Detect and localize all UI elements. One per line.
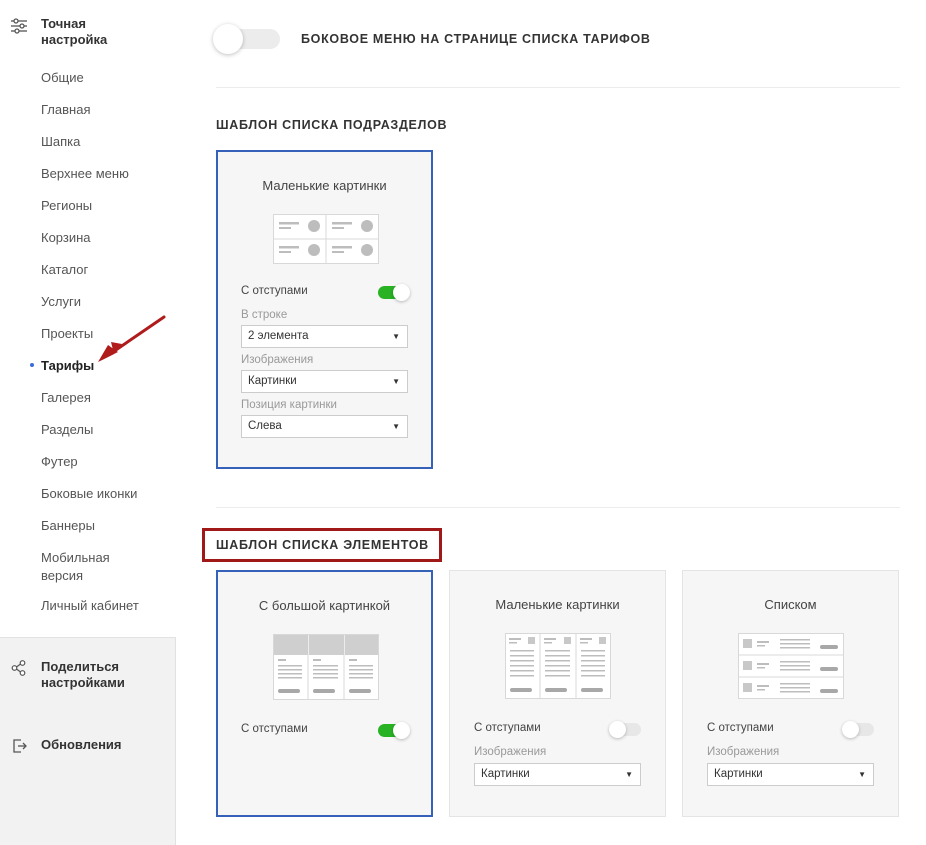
- sidebar-item-general[interactable]: Общие: [0, 68, 176, 100]
- card-title: Маленькие картинки: [495, 597, 620, 612]
- sidebar: Точная настройка Общие Главная Шапка Вер…: [0, 0, 176, 845]
- share-settings-label: Поделиться настройками: [41, 659, 125, 690]
- sidebar-item-cart[interactable]: Корзина: [0, 228, 176, 260]
- active-dot: [30, 363, 34, 367]
- select-value: Слева: [248, 420, 282, 432]
- toggle-knob: [393, 722, 410, 739]
- per-row-select[interactable]: 2 элемента ▼: [241, 325, 408, 348]
- elements-template-heading: ШАБЛОН СПИСКА ЭЛЕМЕНТОВ: [216, 538, 429, 552]
- images-label: Изображения: [241, 354, 314, 366]
- select-value: Картинки: [248, 375, 297, 387]
- sidebar-item-header[interactable]: Шапка: [0, 132, 176, 164]
- sidebar-item-regions[interactable]: Регионы: [0, 196, 176, 228]
- sidebar-item-main[interactable]: Главная: [0, 100, 176, 132]
- small-pictures-columns-icon: [505, 633, 611, 699]
- sliders-icon: [11, 18, 27, 34]
- sidebar-item-label: Тарифы: [41, 358, 95, 373]
- images-label: Изображения: [707, 746, 780, 758]
- caret-down-icon: ▼: [392, 377, 400, 386]
- toggle-knob: [393, 284, 410, 301]
- sidebar-item-footer[interactable]: Футер: [0, 452, 176, 484]
- toggle-knob: [213, 24, 243, 54]
- sidebar-item-catalog[interactable]: Каталог: [0, 260, 176, 292]
- list-view-icon: [738, 633, 844, 699]
- select-value: 2 элемента: [248, 330, 309, 342]
- card-title: С большой картинкой: [258, 598, 391, 613]
- subsections-template-card[interactable]: Маленькие картинки С отступами В строке …: [216, 150, 433, 469]
- toggle-knob: [609, 721, 626, 738]
- divider: [216, 507, 900, 508]
- sidebar-header[interactable]: Точная настройка: [10, 16, 141, 48]
- padding-toggle[interactable]: [842, 721, 874, 738]
- sidebar-item-side-icons[interactable]: Боковые иконки: [0, 484, 176, 516]
- sidebar-item-gallery[interactable]: Галерея: [0, 388, 176, 420]
- caret-down-icon: ▼: [858, 770, 866, 779]
- select-value: Картинки: [481, 768, 530, 780]
- images-select[interactable]: Картинки ▼: [241, 370, 408, 393]
- sidebar-item-label: Мобильная версия: [41, 550, 110, 583]
- image-position-select[interactable]: Слева ▼: [241, 415, 408, 438]
- select-value: Картинки: [714, 768, 763, 780]
- side-menu-toggle-label: БОКОВОЕ МЕНЮ НА СТРАНИЦЕ СПИСКА ТАРИФОВ: [301, 32, 651, 46]
- updates-label: Обновления: [41, 737, 122, 752]
- share-settings-link[interactable]: Поделиться настройками: [10, 659, 141, 691]
- small-pictures-grid-icon: [273, 214, 379, 264]
- sidebar-item-sections[interactable]: Разделы: [0, 420, 176, 452]
- caret-down-icon: ▼: [392, 332, 400, 341]
- padding-toggle[interactable]: [378, 722, 410, 739]
- padding-label: С отступами: [241, 723, 308, 735]
- sidebar-item-mobile[interactable]: Мобильная версия: [0, 548, 176, 596]
- padding-label: С отступами: [707, 722, 774, 734]
- sidebar-bottom-panel: Поделиться настройками Обновления: [0, 637, 176, 845]
- padding-toggle[interactable]: [378, 284, 410, 301]
- images-label: Изображения: [474, 746, 547, 758]
- elements-card-small-pictures[interactable]: Маленькие картинки С отступами Изображен…: [449, 570, 666, 817]
- toggle-knob: [842, 721, 859, 738]
- elements-card-big-picture[interactable]: С большой картинкой С отступами: [216, 570, 433, 817]
- updates-icon: [13, 739, 27, 753]
- images-select[interactable]: Картинки ▼: [707, 763, 874, 786]
- padding-label: С отступами: [241, 285, 308, 297]
- big-picture-grid-icon: [273, 634, 379, 700]
- sidebar-item-account[interactable]: Личный кабинет: [0, 596, 176, 628]
- card-title: Списком: [764, 597, 817, 612]
- annotation-arrow-icon: [98, 315, 166, 362]
- caret-down-icon: ▼: [625, 770, 633, 779]
- updates-link[interactable]: Обновления: [10, 737, 122, 755]
- share-icon: [11, 660, 26, 676]
- images-select[interactable]: Картинки ▼: [474, 763, 641, 786]
- sidebar-item-top-menu[interactable]: Верхнее меню: [0, 164, 176, 196]
- divider: [216, 87, 900, 88]
- sidebar-item-banners[interactable]: Баннеры: [0, 516, 176, 548]
- sidebar-title: Точная настройка: [41, 16, 108, 47]
- padding-label: С отступами: [474, 722, 541, 734]
- image-position-label: Позиция картинки: [241, 399, 337, 411]
- side-menu-toggle[interactable]: [213, 24, 280, 54]
- subsections-template-heading: ШАБЛОН СПИСКА ПОДРАЗДЕЛОВ: [216, 118, 448, 132]
- card-title: Маленькие картинки: [262, 178, 387, 193]
- caret-down-icon: ▼: [392, 422, 400, 431]
- per-row-label: В строке: [241, 309, 288, 321]
- elements-card-list[interactable]: Списком С отступами Изображения Картинки…: [682, 570, 899, 817]
- padding-toggle[interactable]: [609, 721, 641, 738]
